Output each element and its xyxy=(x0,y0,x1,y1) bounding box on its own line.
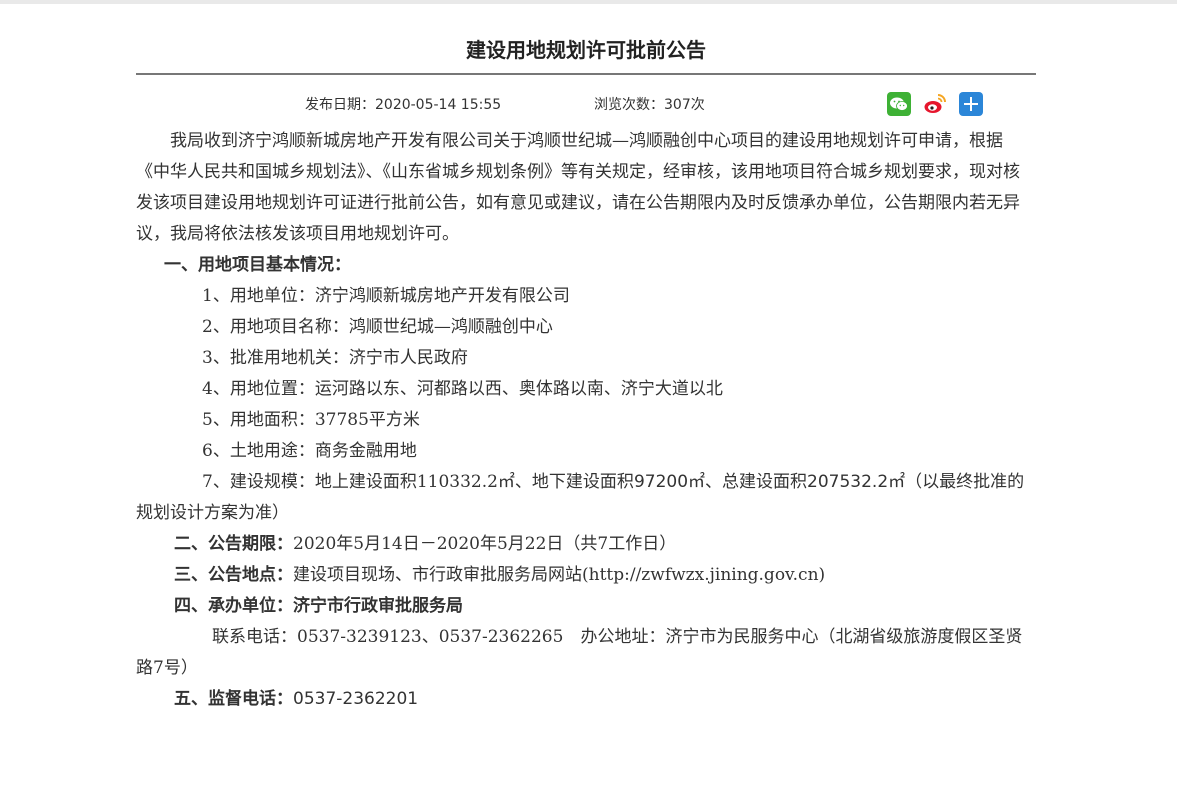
supervision-phone: 五、监督电话：0537-2362201 xyxy=(136,684,1036,715)
publish-date-value: 2020-05-14 15:55 xyxy=(375,97,502,113)
notice-period-value: 2020年5月14日－2020年5月22日（共7工作日） xyxy=(293,534,677,554)
scale-text-c: 、总建设面积 xyxy=(705,472,808,492)
notice-period-label: 二、公告期限： xyxy=(174,534,293,554)
view-count-label: 浏览次数： xyxy=(594,97,664,113)
contact-info: 联系电话：0537-3239123、0537-2362265 办公地址：济宁市为… xyxy=(136,627,1023,678)
notice-location-value: 建设项目现场、市行政审批服务局网站(http://zwfwzx.jining.g… xyxy=(293,565,826,585)
share-more-icon[interactable] xyxy=(959,92,983,116)
list-item: 5、用地面积：37785平方米 xyxy=(202,410,420,430)
list-item: 6、土地用途：商务金融用地 xyxy=(202,441,417,461)
weibo-icon[interactable] xyxy=(923,92,947,116)
list-item-scale: 7、建设规模：地上建设面积110332.2㎡、地下建设面积97200㎡、总建设面… xyxy=(136,467,1036,529)
article-body: 我局收到济宁鸿顺新城房地产开发有限公司关于鸿顺世纪城—鸿顺融创中心项目的建设用地… xyxy=(136,126,1036,715)
page-title: 建设用地规划许可批前公告 xyxy=(466,38,706,62)
publish-date-label: 发布日期： xyxy=(305,97,375,113)
supervision-phone-value: 0537-2362201 xyxy=(293,689,419,709)
view-count-value: 307次 xyxy=(664,97,705,113)
wechat-icon[interactable] xyxy=(887,92,911,116)
notice-location: 三、公告地点：建设项目现场、市行政审批服务局网站(http://zwfwzx.j… xyxy=(136,560,1036,591)
section-heading-1: 一、用地项目基本情况： xyxy=(164,255,351,275)
list-item: 4、用地位置：运河路以东、河都路以西、奥体路以南、济宁大道以北 xyxy=(202,379,723,399)
section-heading-4: 四、承办单位：济宁市行政审批服务局 xyxy=(174,596,463,616)
scale-total-area: 207532.2㎡ xyxy=(807,472,906,492)
list-item: 3、批准用地机关：济宁市人民政府 xyxy=(202,348,468,368)
publish-date: 发布日期：2020-05-14 15:55 xyxy=(305,94,501,114)
list-item: 2、用地项目名称：鸿顺世纪城—鸿顺融创中心 xyxy=(202,317,553,337)
scale-text-a: 7、建设规模：地上建设面积110332.2㎡、地下建设面积 xyxy=(202,472,634,492)
list-item: 1、用地单位：济宁鸿顺新城房地产开发有限公司 xyxy=(202,286,570,306)
top-bar xyxy=(0,0,1177,4)
view-count: 浏览次数：307次 xyxy=(594,94,705,114)
title-divider xyxy=(136,73,1036,75)
supervision-phone-label: 五、监督电话： xyxy=(174,689,293,709)
scale-underground-area: 97200㎡ xyxy=(633,472,706,492)
notice-location-label: 三、公告地点： xyxy=(174,565,293,585)
intro-paragraph: 我局收到济宁鸿顺新城房地产开发有限公司关于鸿顺世纪城—鸿顺融创中心项目的建设用地… xyxy=(136,131,1020,244)
notice-period: 二、公告期限：2020年5月14日－2020年5月22日（共7工作日） xyxy=(136,529,1036,560)
